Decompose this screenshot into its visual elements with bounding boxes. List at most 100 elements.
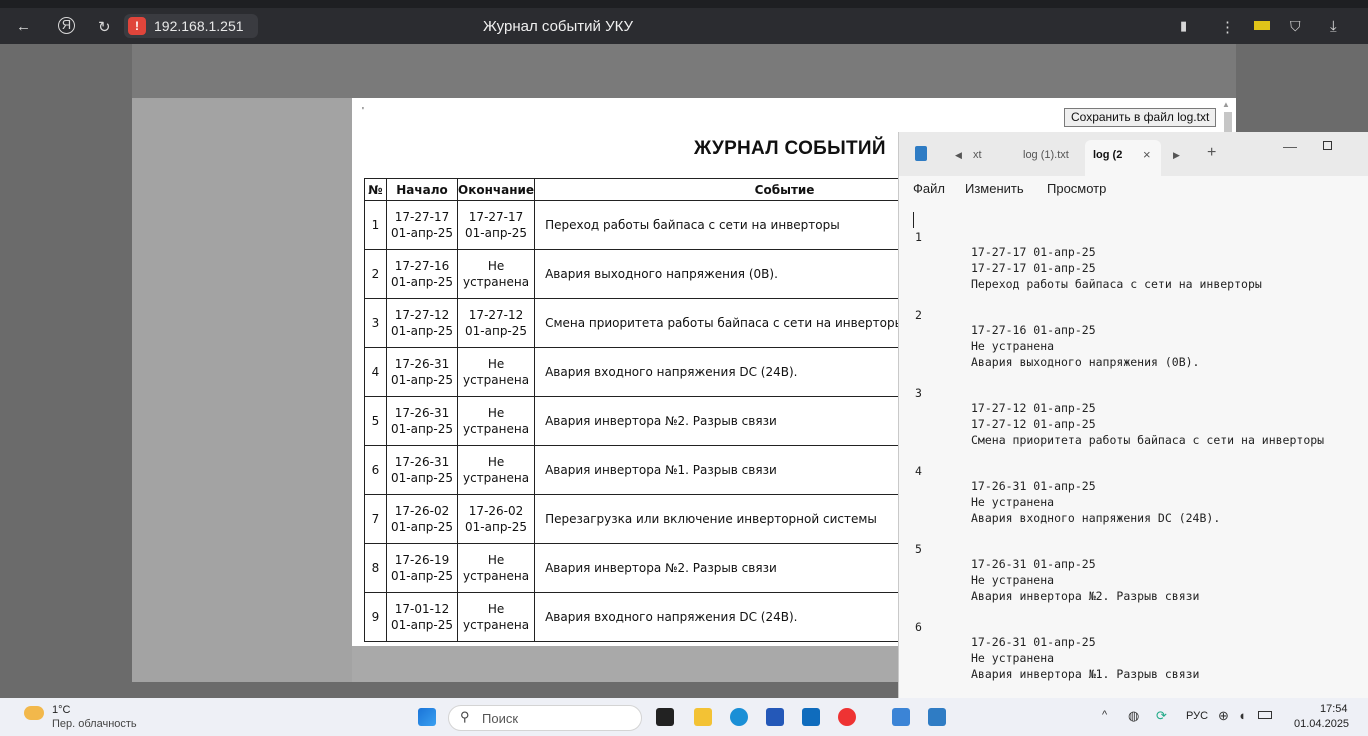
notepad-window: ◀ xt log (1).txt log (2 × ▶ + — Файл Изм… — [898, 132, 1368, 698]
tray-app-icon[interactable]: ◍ — [1128, 708, 1139, 724]
cell-start-time: 17-27-17 — [394, 210, 450, 224]
network-icon[interactable]: ⊕ — [1218, 708, 1229, 724]
new-tab-icon[interactable]: + — [1207, 144, 1216, 162]
cell-end-time: Не — [487, 357, 505, 371]
reload-icon[interactable]: ↻ — [98, 18, 111, 36]
notepad-menu-bar: Файл Изменить Просмотр — [899, 176, 1368, 204]
cell-end: Не устранена — [456, 347, 536, 397]
cell-start: 17-27-17 01-апр-25 — [386, 200, 458, 250]
battery-tray-icon[interactable] — [1258, 711, 1272, 719]
windows-taskbar: 1°C Пер. облачность ⚲ Поиск ^ ◍ ⟳ РУС ⊕ … — [0, 698, 1368, 736]
bookmark-icon[interactable]: ▮ — [1180, 18, 1187, 34]
close-tab-icon[interactable]: × — [1143, 147, 1151, 162]
task-view-icon[interactable] — [656, 708, 674, 726]
cell-number: 2 — [364, 249, 387, 299]
cell-start-date: 01-апр-25 — [390, 520, 453, 534]
cell-start-date: 01-апр-25 — [390, 373, 453, 387]
minimize-icon[interactable]: — — [1283, 138, 1297, 154]
cell-start: 17-27-12 01-апр-25 — [386, 298, 458, 348]
download-icon[interactable]: ⤓ — [1330, 18, 1337, 35]
cell-end-time: Не — [487, 259, 505, 273]
cell-start: 17-26-02 01-апр-25 — [386, 494, 458, 544]
volume-icon[interactable]: ◖ — [1238, 708, 1246, 723]
yandex-icon[interactable]: Я — [58, 17, 75, 34]
entry-line-3: Переход работы байпаса с сети на инверто… — [971, 277, 1262, 291]
save-to-file-button[interactable]: Сохранить в файл log.txt — [1064, 108, 1217, 127]
notepad-taskbar-icon[interactable] — [928, 708, 946, 726]
cell-number: 3 — [364, 298, 387, 348]
battery-icon[interactable] — [1254, 21, 1270, 30]
edge-icon[interactable] — [730, 708, 748, 726]
tab-scroll-left-icon[interactable]: ◀ — [955, 150, 962, 161]
clock-time[interactable]: 17:54 — [1320, 703, 1348, 715]
store-icon[interactable] — [766, 708, 784, 726]
cell-end-date: устранена — [462, 422, 530, 436]
file-explorer-icon[interactable] — [694, 708, 712, 726]
tab-scroll-right-icon[interactable]: ▶ — [1173, 150, 1180, 161]
cell-end-date: 01-апр-25 — [465, 324, 528, 338]
cell-start-time: 17-26-31 — [394, 455, 450, 469]
cell-number: 8 — [364, 543, 387, 593]
entry-line-2: Не устранена — [971, 495, 1055, 509]
cell-end-time: 17-27-12 — [468, 308, 524, 322]
search-placeholder: Поиск — [482, 711, 519, 726]
entry-line-2: Не устранена — [971, 573, 1055, 587]
tab-log-1[interactable]: log (1).txt — [1023, 149, 1069, 161]
cell-end-date: устранена — [462, 275, 530, 289]
address-text[interactable]: 192.168.1.251 — [154, 18, 244, 34]
tab-xt[interactable]: xt — [973, 149, 982, 161]
browser-toolbar: ← Я ↻ ! 192.168.1.251 Журнал событий УКУ… — [0, 0, 1368, 44]
notepad-app-icon — [915, 146, 927, 161]
cell-number: 9 — [364, 592, 387, 642]
scroll-up-arrow[interactable]: ▲ — [1222, 100, 1232, 110]
yandex-browser-icon[interactable] — [838, 708, 856, 726]
cell-start-time: 17-26-31 — [394, 406, 450, 420]
search-icon: ⚲ — [460, 709, 470, 724]
cell-start-time: 17-01-12 — [394, 602, 450, 616]
entry-number: 3 — [915, 386, 922, 400]
scrollbar-thumb[interactable] — [1224, 112, 1232, 132]
clock-date[interactable]: 01.04.2025 — [1294, 718, 1349, 730]
windows-start-icon[interactable] — [418, 708, 436, 726]
column-header-end: Окончание — [456, 178, 536, 201]
maximize-icon[interactable] — [1323, 141, 1332, 150]
page-title: Журнал событий УКУ — [483, 18, 634, 35]
entry-number: 1 — [915, 230, 922, 244]
weather-temp[interactable]: 1°C — [52, 704, 70, 716]
menu-icon[interactable]: ⋮ — [1220, 18, 1235, 36]
weather-desc[interactable]: Пер. облачность — [52, 718, 137, 730]
tab-log-2-label[interactable]: log (2 — [1093, 149, 1122, 161]
cell-end-date: устранена — [462, 373, 530, 387]
column-header-start: Начало — [386, 178, 458, 201]
entry-number: 6 — [915, 620, 922, 634]
cell-start: 17-26-31 01-апр-25 — [386, 396, 458, 446]
cell-end: Не устранена — [456, 396, 536, 446]
protect-icon[interactable]: ⛉ — [1290, 18, 1301, 35]
cell-number: 1 — [364, 200, 387, 250]
viewer-left-panel — [132, 98, 352, 682]
cell-end: 17-26-02 01-апр-25 — [456, 494, 536, 544]
entry-number: 4 — [915, 464, 922, 478]
taskbar-search-input[interactable] — [448, 705, 642, 731]
entry-line-2: 17-27-12 01-апр-25 — [971, 417, 1096, 431]
app-window-icon[interactable] — [892, 708, 910, 726]
weather-icon[interactable] — [24, 706, 44, 720]
cell-start-date: 01-апр-25 — [390, 618, 453, 632]
outlook-icon[interactable] — [802, 708, 820, 726]
cell-end: Не устранена — [456, 543, 536, 593]
cell-end: Не устранена — [456, 592, 536, 642]
cell-number: 7 — [364, 494, 387, 544]
cell-start-date: 01-апр-25 — [390, 422, 453, 436]
back-icon[interactable]: ← — [16, 18, 31, 35]
cell-end-time: Не — [487, 602, 505, 616]
tray-expand-icon[interactable]: ^ — [1102, 709, 1107, 721]
language-indicator[interactable]: РУС — [1186, 710, 1208, 722]
warning-icon[interactable]: ! — [128, 17, 146, 35]
cell-start-time: 17-27-16 — [394, 259, 450, 273]
menu-file[interactable]: Файл — [913, 181, 945, 196]
tray-sync-icon[interactable]: ⟳ — [1156, 708, 1167, 724]
entry-line-2: 17-27-17 01-апр-25 — [971, 261, 1096, 275]
menu-view[interactable]: Просмотр — [1047, 181, 1106, 196]
menu-edit[interactable]: Изменить — [965, 181, 1024, 196]
cell-number: 6 — [364, 445, 387, 495]
